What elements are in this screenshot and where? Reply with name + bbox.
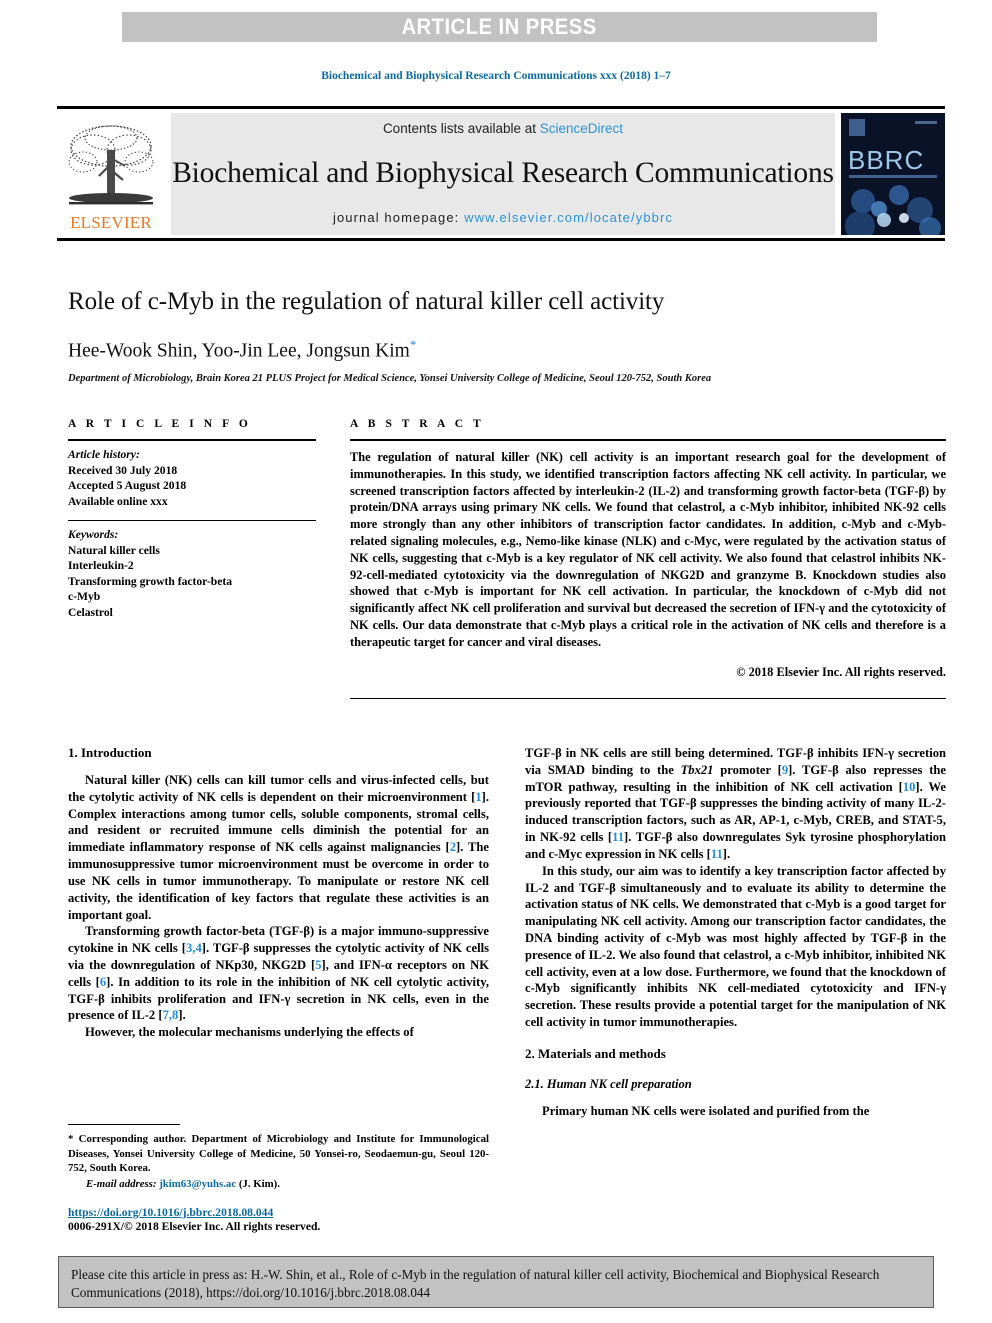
- elsevier-tree-icon: [68, 125, 154, 205]
- history-item: Accepted 5 August 2018: [68, 479, 187, 493]
- body-column-left: 1. Introduction Natural killer (NK) cell…: [68, 745, 489, 1120]
- elsevier-wordmark: ELSEVIER: [70, 213, 152, 232]
- article-info-heading: A R T I C L E I N F O: [68, 418, 252, 430]
- journal-homepage-link[interactable]: www.elsevier.com/locate/ybbrc: [464, 210, 673, 225]
- cover-bokeh: [877, 213, 891, 227]
- journal-title: Biochemical and Biophysical Research Com…: [172, 156, 834, 189]
- doi-link[interactable]: https://doi.org/10.1016/j.bbrc.2018.08.0…: [68, 1206, 489, 1219]
- email-link[interactable]: jkim63@yuhs.ac: [159, 1178, 236, 1190]
- citation-ref[interactable]: 9: [782, 763, 788, 777]
- cover-bokeh: [919, 217, 941, 235]
- article-history-block: Article history: Received 30 July 2018 A…: [68, 447, 316, 509]
- keywords-label: Keywords:: [68, 528, 119, 542]
- citation-ref[interactable]: 2: [450, 840, 456, 854]
- author-names: Hee-Wook Shin, Yoo-Jin Lee, Jongsun Kim: [68, 340, 410, 362]
- cover-bokeh: [889, 185, 909, 205]
- citation-ref[interactable]: 6: [100, 975, 106, 989]
- title-block: Role of c-Myb in the regulation of natur…: [68, 288, 948, 384]
- journal-masthead: ELSEVIER Contents lists available at Sci…: [57, 106, 945, 241]
- column-gutter: [316, 418, 350, 699]
- cover-bokeh: [899, 213, 909, 223]
- body-gutter: [489, 745, 525, 1120]
- keywords-rule: [68, 520, 316, 522]
- cover-barcode-icon: [915, 121, 937, 124]
- citation-ref[interactable]: 7,8: [163, 1008, 179, 1022]
- body-columns: 1. Introduction Natural killer (NK) cell…: [68, 745, 946, 1120]
- footnote-text: * Corresponding author. Department of Mi…: [68, 1133, 489, 1175]
- info-abstract-region: A R T I C L E I N F O Article history: R…: [68, 418, 946, 699]
- please-cite-text: Please cite this article in press as: H.…: [71, 1267, 880, 1301]
- paragraph-methods-1: Primary human NK cells were isolated and…: [542, 1103, 870, 1118]
- journal-homepage-line: journal homepage: www.elsevier.com/locat…: [333, 210, 673, 225]
- journal-cover-thumbnail: BBRC: [841, 113, 945, 235]
- abstract-text: The regulation of natural killer (NK) ce…: [350, 450, 946, 649]
- history-item: Received 30 July 2018: [68, 463, 178, 477]
- paragraph-intro-4: In this study, our aim was to identify a…: [525, 863, 946, 1029]
- author-list: Hee-Wook Shin, Yoo-Jin Lee, Jongsun Kim*: [68, 337, 948, 363]
- abstract-bottom-rule: [350, 697, 946, 699]
- email-owner: (J. Kim).: [238, 1178, 280, 1191]
- citation-ref[interactable]: 11: [711, 847, 723, 861]
- section-heading-materials-methods: 2. Materials and methods: [525, 1045, 666, 1061]
- email-label: E-mail address:: [86, 1178, 157, 1191]
- keywords-block: Keywords: Natural killer cells Interleuk…: [68, 527, 316, 620]
- paragraph-intro-2: Transforming growth factor-beta (TGF-β) …: [68, 924, 490, 1023]
- gene-name: Tbx21: [680, 762, 714, 777]
- abstract-copyright: © 2018 Elsevier Inc. All rights reserved…: [736, 664, 946, 679]
- corresponding-author-footnote: * Corresponding author. Department of Mi…: [68, 1124, 489, 1190]
- elsevier-logo: ELSEVIER: [57, 113, 165, 235]
- running-head: Biochemical and Biophysical Research Com…: [321, 70, 671, 82]
- keyword-item: Natural killer cells: [68, 543, 160, 557]
- paragraph-intro-3-cont: TGF-β in NK cells are still being determ…: [525, 746, 946, 861]
- page-title: Role of c-Myb in the regulation of natur…: [68, 288, 665, 315]
- issn-copyright-line: 0006-291X/© 2018 Elsevier Inc. All right…: [68, 1220, 321, 1233]
- body-column-right: TGF-β in NK cells are still being determ…: [525, 745, 946, 1120]
- history-item: Available online xxx: [68, 494, 168, 508]
- corresponding-author-marker[interactable]: *: [410, 337, 417, 352]
- citation-ref[interactable]: 3,4: [186, 941, 202, 955]
- abstract-column: A B S T R A C T The regulation of natura…: [350, 418, 946, 699]
- article-info-rule: [68, 439, 316, 441]
- citation-ref[interactable]: 11: [612, 830, 624, 844]
- article-info-column: A R T I C L E I N F O Article history: R…: [68, 418, 316, 699]
- citation-ref[interactable]: 1: [475, 790, 481, 804]
- keyword-item: Interleukin-2: [68, 559, 134, 573]
- elsevier-tree-mark-icon: [849, 119, 865, 136]
- citation-ref[interactable]: 5: [315, 958, 321, 972]
- article-in-press-label: ARTICLE IN PRESS: [401, 14, 598, 39]
- keyword-item: Transforming growth factor-beta: [68, 574, 232, 588]
- affiliation: Department of Microbiology, Brain Korea …: [68, 372, 712, 384]
- please-cite-box: Please cite this article in press as: H.…: [58, 1256, 934, 1308]
- masthead-center-panel: Contents lists available at ScienceDirec…: [171, 113, 835, 235]
- article-history-label: Article history:: [68, 448, 140, 461]
- homepage-prefix: journal homepage:: [332, 210, 465, 225]
- contents-list-line: Contents lists available at ScienceDirec…: [383, 121, 623, 136]
- paragraph-intro-1: Natural killer (NK) cells can kill tumor…: [68, 773, 489, 922]
- section-heading-introduction: 1. Introduction: [68, 745, 152, 760]
- masthead-top-rule: [57, 106, 945, 109]
- contents-prefix: Contents lists available at: [382, 121, 540, 136]
- citation-ref[interactable]: 10: [903, 780, 916, 794]
- footnote-email-line: E-mail address: jkim63@yuhs.ac (J. Kim).: [68, 1178, 489, 1190]
- masthead-bottom-rule: [57, 238, 945, 241]
- cover-subtitle-rule: [849, 175, 937, 178]
- sciencedirect-link[interactable]: ScienceDirect: [540, 121, 623, 136]
- cover-bokeh: [845, 211, 875, 235]
- cover-title: BBRC: [848, 145, 925, 175]
- abstract-rule: [350, 439, 946, 441]
- footnote-rule: [68, 1124, 180, 1125]
- subsection-heading-nk-prep: 2.1. Human NK cell preparation: [525, 1076, 692, 1091]
- article-in-press-banner: ARTICLE IN PRESS: [122, 12, 877, 42]
- abstract-heading: A B S T R A C T: [350, 418, 485, 430]
- paragraph-intro-3-start: However, the molecular mechanisms underl…: [85, 1025, 414, 1040]
- doi-block: https://doi.org/10.1016/j.bbrc.2018.08.0…: [68, 1206, 489, 1233]
- keyword-item: Celastrol: [68, 605, 113, 619]
- keyword-item: c-Myb: [68, 590, 101, 604]
